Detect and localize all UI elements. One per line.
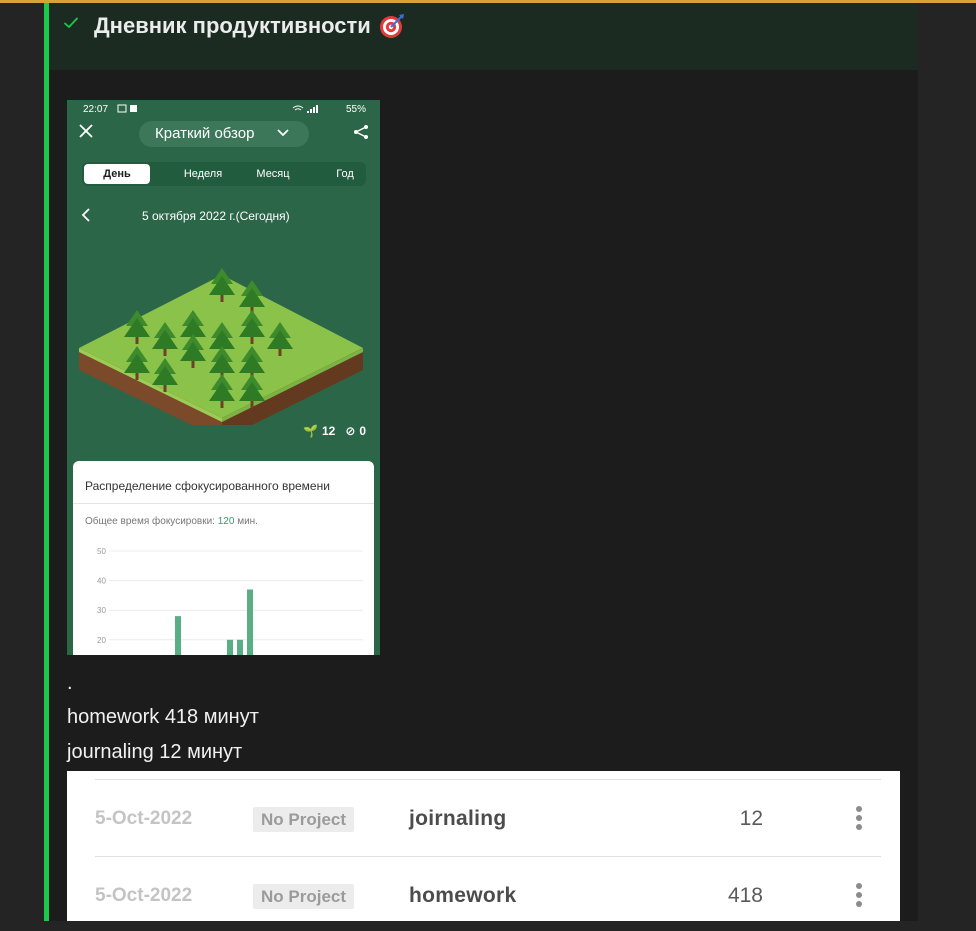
summary-dropdown[interactable]: Краткий обзор xyxy=(139,121,309,147)
chevron-left-icon[interactable] xyxy=(81,208,91,222)
y-tick-label: 50 xyxy=(97,547,106,556)
dead-tree-icon: ⊘ xyxy=(345,424,356,438)
more-options-icon[interactable] xyxy=(854,883,864,911)
tab-year[interactable]: Год xyxy=(312,162,378,186)
more-options-icon[interactable] xyxy=(854,806,864,834)
note-line-journaling: journaling 12 минут xyxy=(67,741,243,763)
task-log-table: 5-Oct-2022 No Project joirnaling 12 5-Oc… xyxy=(67,771,900,921)
y-tick-label: 30 xyxy=(97,606,106,615)
row-divider xyxy=(95,856,881,857)
tree-counts: 🌱 12 ⊘ 0 xyxy=(303,424,366,438)
summary-date: 5 октября 2022 г.(Сегодня) xyxy=(142,209,290,223)
total-focus-value: 120 xyxy=(217,516,235,527)
focus-distribution-card: Распределение сфокусированного времени О… xyxy=(73,461,374,655)
status-time: 22:07 xyxy=(83,104,109,115)
tab-day[interactable]: День xyxy=(84,164,150,184)
direct-hit-target-icon xyxy=(379,14,404,38)
share-icon[interactable] xyxy=(353,124,369,140)
tab-week[interactable]: Неделя xyxy=(170,162,236,186)
signal-wifi-icon xyxy=(292,105,318,113)
battery-level: 55% xyxy=(345,104,366,115)
chart-bar xyxy=(227,639,233,655)
close-icon[interactable] xyxy=(79,124,93,138)
total-focus-time: Общее время фокусировки: 120 мин. xyxy=(85,516,258,527)
healthy-tree-count: 12 xyxy=(321,424,336,438)
task-name: joirnaling xyxy=(409,807,507,830)
check-icon[interactable] xyxy=(63,15,79,31)
card-divider xyxy=(73,503,374,504)
forest-illustration xyxy=(79,268,363,425)
page-title: Дневник продуктивности xyxy=(94,13,371,38)
project-badge[interactable]: No Project xyxy=(253,884,355,909)
row-divider xyxy=(95,779,881,780)
phone-screenshot: 22:07 55% Краткий обзор День Неделя Меся… xyxy=(67,100,380,655)
total-focus-unit: мин. xyxy=(237,516,258,527)
chevron-down-icon xyxy=(277,129,289,137)
note-dot: . xyxy=(67,672,73,694)
task-minutes: 12 xyxy=(739,807,763,830)
total-focus-label: Общее время фокусировки: xyxy=(85,516,215,527)
y-tick-label: 20 xyxy=(97,636,106,645)
title-row: Дневник продуктивности xyxy=(94,13,405,39)
chart-bar xyxy=(175,616,181,655)
chart-bar xyxy=(237,639,243,655)
tab-month[interactable]: Месяц xyxy=(240,162,306,186)
note-line-homework: homework 418 минут xyxy=(67,706,259,728)
period-tabs: День Неделя Месяц Год xyxy=(82,162,366,186)
row-date: 5-Oct-2022 xyxy=(95,808,193,829)
y-tick-label: 40 xyxy=(97,577,106,586)
focus-bar-chart: 5040302010 xyxy=(97,547,363,655)
note-header[interactable]: Дневник продуктивности xyxy=(49,3,918,70)
healthy-tree-icon: 🌱 xyxy=(303,424,318,438)
project-badge[interactable]: No Project xyxy=(253,807,355,832)
chart-bar xyxy=(247,589,253,655)
status-notification-icons xyxy=(117,104,137,113)
summary-title: Краткий обзор xyxy=(155,125,255,142)
card-title: Распределение сфокусированного времени xyxy=(85,479,330,493)
table-row[interactable]: 5-Oct-2022 No Project joirnaling 12 xyxy=(67,784,900,854)
dead-tree-count: 0 xyxy=(359,424,367,438)
